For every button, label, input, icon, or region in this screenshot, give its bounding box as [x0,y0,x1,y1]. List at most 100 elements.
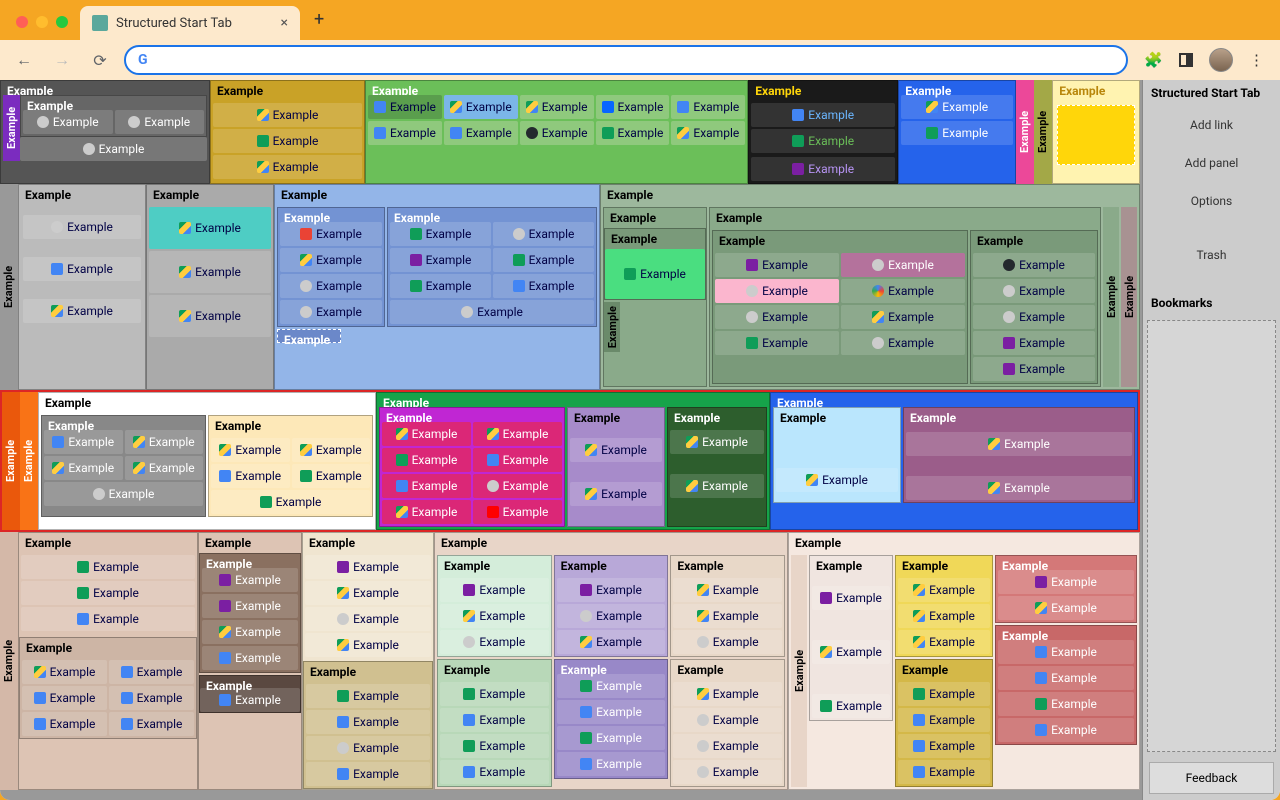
link[interactable]: Example [368,95,442,119]
link[interactable]: Example [149,251,271,293]
link[interactable]: Example [841,331,965,355]
panel-header[interactable]: Example [1121,207,1138,387]
panel-header[interactable]: Example [200,676,212,688]
panel-header[interactable]: Example [0,532,17,790]
link[interactable]: Example [305,633,431,657]
link[interactable]: Example [292,438,371,462]
panel-header[interactable]: Example [810,556,892,576]
panel-header[interactable]: Example [275,185,599,205]
link[interactable]: Example [906,432,1132,456]
panel-header[interactable]: Example [713,231,967,251]
link[interactable]: Example [382,422,471,446]
sidepanel-icon[interactable] [1179,53,1193,67]
browser-tab[interactable]: Structured Start Tab × [80,6,300,40]
link[interactable]: Example [898,682,990,706]
link[interactable]: Example [306,684,430,708]
link[interactable]: Example [998,570,1134,594]
link[interactable]: Example [280,300,382,324]
link[interactable]: Example [211,464,290,488]
link[interactable]: Example [898,734,990,758]
empty-panel[interactable] [1057,105,1135,165]
link[interactable]: Example [200,688,300,712]
panel-header[interactable]: Example [555,556,668,576]
link[interactable]: Example [715,253,839,277]
link[interactable]: Example [673,734,782,758]
link[interactable]: Example [44,456,123,480]
add-link-button[interactable]: Add link [1143,106,1280,144]
panel-header[interactable]: Example [749,81,897,101]
link[interactable]: Example [673,760,782,784]
link[interactable]: Example [570,482,662,506]
link[interactable]: Example [557,726,666,750]
link[interactable]: Example [973,279,1095,303]
link[interactable]: Example [211,490,370,514]
panel-header[interactable]: Example [604,208,706,228]
panel-header[interactable]: Example [0,184,17,390]
panel-header[interactable]: Example [20,638,196,658]
link[interactable]: Example [473,474,562,498]
link[interactable]: Example [305,555,431,579]
link[interactable]: Example [306,710,430,734]
link[interactable]: Example [557,604,666,628]
link[interactable]: Example [306,762,430,786]
panel-header[interactable]: Example [604,302,621,352]
link[interactable]: Example [973,357,1095,381]
panel-header[interactable]: Example [1034,80,1051,184]
link[interactable]: Example [23,299,141,323]
link[interactable]: Example [21,581,195,605]
link[interactable]: Example [440,578,549,602]
link[interactable]: Example [305,581,431,605]
link[interactable]: Example [444,95,518,119]
panel-header[interactable]: Example [209,416,372,436]
panel-header[interactable]: Example [789,533,1139,553]
link[interactable]: Example [715,279,839,303]
maximize-window[interactable] [56,16,68,28]
link[interactable]: Example [213,155,362,179]
link[interactable]: Example [812,640,890,664]
link[interactable]: Example [596,121,670,145]
link[interactable]: Example [557,630,666,654]
link[interactable]: Example [751,129,895,153]
panel-header[interactable]: Example [377,393,389,405]
panel-header[interactable]: Example [211,81,364,101]
link[interactable]: Example [444,121,518,145]
link[interactable]: Example [382,474,471,498]
link[interactable]: Example [715,331,839,355]
link[interactable]: Example [557,700,666,724]
link[interactable]: Example [520,95,594,119]
panel-header[interactable]: Example [904,408,916,420]
panel-header[interactable]: Example [278,208,290,220]
link[interactable]: Example [280,274,382,298]
link[interactable]: Example [973,305,1095,329]
link[interactable]: Example [520,121,594,145]
forward-button[interactable]: → [48,50,76,70]
minimize-window[interactable] [36,16,48,28]
link[interactable]: Example [670,430,764,454]
link[interactable]: Example [473,422,562,446]
options-button[interactable]: Options [1143,182,1280,220]
link[interactable]: Example [715,305,839,329]
link[interactable]: Example [149,295,271,337]
link[interactable]: Example [673,630,782,654]
panel-header[interactable]: Example [971,231,1097,251]
link[interactable]: Example [22,712,107,736]
link[interactable]: Example [22,660,107,684]
link[interactable]: Example [751,103,895,127]
link[interactable]: Example [390,222,491,246]
link[interactable]: Example [673,604,782,628]
link[interactable]: Example [440,604,549,628]
link[interactable]: Example [776,468,898,492]
link[interactable]: Example [109,660,194,684]
feedback-button[interactable]: Feedback [1149,762,1274,794]
link[interactable]: Example [115,110,205,134]
link[interactable]: Example [493,248,594,272]
link[interactable]: Example [901,121,1013,145]
panel-header[interactable]: Example [896,556,992,576]
panel-header[interactable]: Example [2,392,19,530]
link[interactable]: Example [125,430,204,454]
link[interactable]: Example [673,578,782,602]
link[interactable]: Example [440,630,549,654]
link[interactable]: Example [473,500,562,524]
link[interactable]: Example [44,482,203,506]
panel-header[interactable]: Example [42,416,54,428]
